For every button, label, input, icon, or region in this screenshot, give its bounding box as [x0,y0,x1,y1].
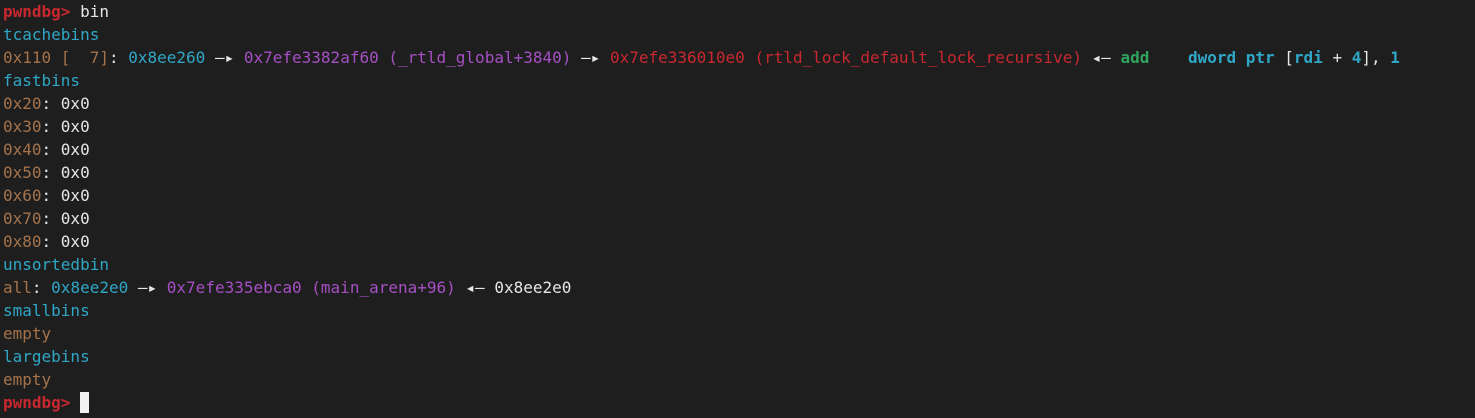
prompt: pwndbg> [3,393,71,412]
input-line[interactable]: pwndbg> [3,391,1475,414]
fastbin-row: 0x80: 0x0 [3,232,90,251]
fastbin-size: 0x70 [3,209,42,228]
fastbin-value: 0x0 [60,140,90,159]
fastbins-header: fastbins [3,71,81,90]
fastbin-size: 0x80 [3,232,42,251]
bracket-close: ], [1361,48,1381,67]
bracket-open: [ [1284,48,1294,67]
fastbin-size: 0x20 [3,94,42,113]
fastbin-value: 0x0 [60,209,90,228]
tcache-addr-1: 0x8ee260 [128,48,206,67]
smallbins-status: empty [3,324,52,343]
back-arrow-icon: ◂— [1091,48,1111,67]
fastbin-size: 0x30 [3,117,42,136]
fastbin-size: 0x60 [3,186,42,205]
tcache-symbol-3: (rtld_lock_default_lock_recursive) [754,48,1082,67]
next-arrow-icon: —▸ [137,278,158,297]
instruction-immediate: 1 [1390,48,1400,67]
terminal-window[interactable]: pwndbg> bin tcachebins 0x110 [ 7]: 0x8ee… [0,0,1475,418]
fastbin-row: 0x50: 0x0 [3,163,90,182]
largebins-header: largebins [3,347,90,366]
unsortedbin-addr-2: 0x7efe335ebca0 [166,278,302,297]
text-cursor[interactable] [80,392,90,413]
fastbin-row: 0x20: 0x0 [3,94,90,113]
fastbin-value: 0x0 [60,163,90,182]
unsortedbin-addr-1: 0x8ee2e0 [51,278,129,297]
tcache-count: [ 7] [51,48,109,67]
unsortedbin-header: unsortedbin [3,255,109,274]
next-arrow-icon: —▸ [581,48,601,67]
command-text: bin [80,2,109,21]
fastbin-row: 0x40: 0x0 [3,140,90,159]
back-arrow-icon: ◂— [465,278,485,297]
fastbin-row: 0x60: 0x0 [3,186,90,205]
fastbin-value: 0x0 [60,117,90,136]
unsortedbin-label: all [3,278,32,297]
fastbin-size: 0x50 [3,163,42,182]
plus-sign: + [1322,48,1352,67]
instruction-mnemonic: add [1120,48,1150,67]
unsortedbin-symbol-2: (main_arena+96) [311,278,456,297]
command-line: pwndbg> bin [3,0,1475,23]
largebins-status: empty [3,370,52,389]
prompt: pwndbg> [3,2,71,21]
fastbin-value: 0x0 [60,232,90,251]
unsortedbin-entry: all: 0x8ee2e0 —▸ 0x7efe335ebca0 (main_ar… [3,278,572,297]
instruction-size-keyword: dword ptr [1187,48,1275,67]
smallbins-header: smallbins [3,301,90,320]
instruction-register: rdi [1293,48,1323,67]
tcache-symbol-2: (_rtld_global+3840) [388,48,572,67]
tcache-entry: 0x110 [ 7]: 0x8ee260 —▸ 0x7efe3382af60 (… [3,46,1475,69]
fastbin-row: 0x70: 0x0 [3,209,90,228]
fastbin-row: 0x30: 0x0 [3,117,90,136]
fastbin-value: 0x0 [60,186,90,205]
tcache-addr-3: 0x7efe336010e0 [609,48,745,67]
tcache-addr-2: 0x7efe3382af60 [243,48,379,67]
instruction-offset: 4 [1351,48,1362,67]
fastbin-value: 0x0 [60,94,90,113]
tcache-colon: : [108,48,119,67]
tcachebins-header: tcachebins [3,25,100,44]
tcache-size: 0x110 [3,48,52,67]
next-arrow-icon: —▸ [214,48,235,67]
unsortedbin-addr-3: 0x8ee2e0 [494,278,572,297]
fastbin-size: 0x40 [3,140,42,159]
